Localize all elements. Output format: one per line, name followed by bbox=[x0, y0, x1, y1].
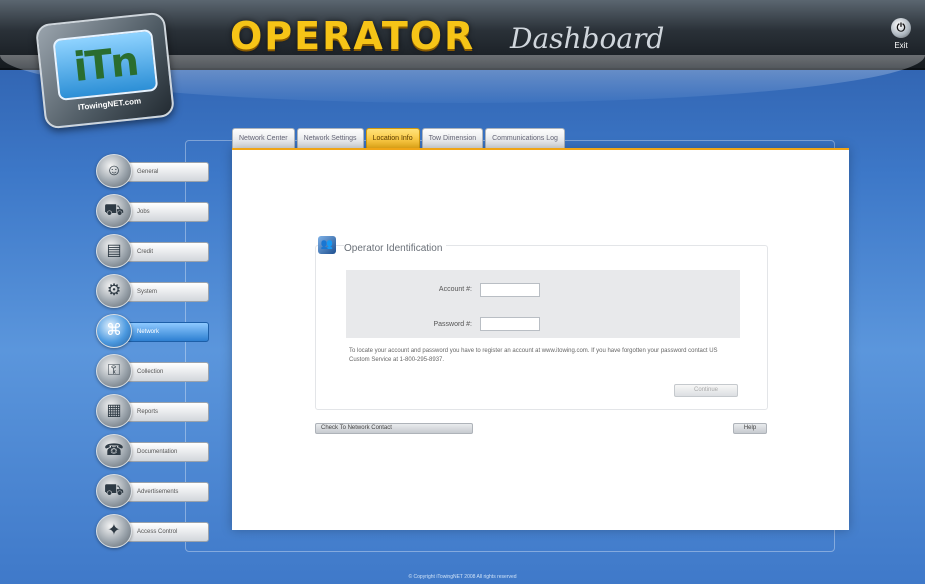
password-label: Password #: bbox=[433, 321, 472, 328]
app-subtitle: Dashboard bbox=[510, 22, 665, 55]
tab-communications-log[interactable]: Communications Log bbox=[485, 128, 565, 148]
exit-button[interactable]: ⏻ Exit bbox=[888, 18, 914, 58]
credit-icon: ▤ bbox=[96, 234, 132, 268]
users-icon: 👥 bbox=[318, 236, 336, 254]
access-icon: ✦ bbox=[96, 514, 132, 548]
phone-icon: ☎ bbox=[96, 434, 132, 468]
sidebar-item-jobs[interactable]: Jobs ⛟ bbox=[96, 192, 226, 231]
sidebar-item-access-control[interactable]: Access Control ✦ bbox=[96, 512, 226, 551]
help-button[interactable]: Help bbox=[733, 423, 767, 434]
tab-network-settings[interactable]: Network Settings bbox=[296, 128, 364, 148]
network-contact-button[interactable]: Check To Network Contact bbox=[315, 423, 473, 434]
tab-bar: Network Center Network Settings Location… bbox=[232, 128, 565, 148]
itowing-logo: iTn ITowingNET.com bbox=[34, 11, 176, 130]
sidebar-item-system[interactable]: System ⚙ bbox=[96, 272, 226, 311]
group-title: Operator Identification bbox=[344, 243, 447, 254]
lock-icon: ⚿ bbox=[96, 354, 132, 388]
app-title: OPERATOR bbox=[230, 14, 476, 58]
tab-network-center[interactable]: Network Center bbox=[232, 128, 295, 148]
power-icon: ⏻ bbox=[891, 18, 911, 38]
sidebar-item-collection[interactable]: Collection ⚿ bbox=[96, 352, 226, 391]
logo-mark: iTn bbox=[52, 28, 159, 101]
sidebar-item-reports[interactable]: Reports ▦ bbox=[96, 392, 226, 431]
tab-location-info[interactable]: Location Info bbox=[365, 128, 420, 148]
login-help-text: To locate your account and password you … bbox=[349, 348, 718, 363]
account-label: Account #: bbox=[438, 286, 472, 293]
password-input[interactable] bbox=[480, 317, 540, 331]
sidebar-item-advertisements[interactable]: Advertisements ⛟ bbox=[96, 472, 226, 511]
network-icon: ⌘ bbox=[96, 314, 132, 348]
continue-button[interactable]: Continue bbox=[674, 384, 738, 397]
person-icon: ☺ bbox=[96, 154, 132, 188]
sidebar-item-documentation[interactable]: Documentation ☎ bbox=[96, 432, 226, 471]
truck-icon: ⛟ bbox=[96, 474, 132, 508]
sidebar-nav: General ☺ Jobs ⛟ Credit ▤ System ⚙ Netwo… bbox=[96, 152, 226, 552]
sidebar-item-credit[interactable]: Credit ▤ bbox=[96, 232, 226, 271]
system-icon: ⚙ bbox=[96, 274, 132, 308]
account-input[interactable] bbox=[480, 283, 540, 297]
sidebar-item-network[interactable]: Network ⌘ bbox=[96, 312, 226, 351]
exit-label: Exit bbox=[894, 41, 908, 50]
car-icon: ⛟ bbox=[96, 194, 132, 228]
tab-tow-dimension[interactable]: Tow Dimension bbox=[421, 128, 484, 148]
reports-icon: ▦ bbox=[96, 394, 132, 428]
footer-copyright: © Copyright iTowingNET 2008 All rights r… bbox=[408, 574, 517, 580]
sidebar-item-general[interactable]: General ☺ bbox=[96, 152, 226, 191]
